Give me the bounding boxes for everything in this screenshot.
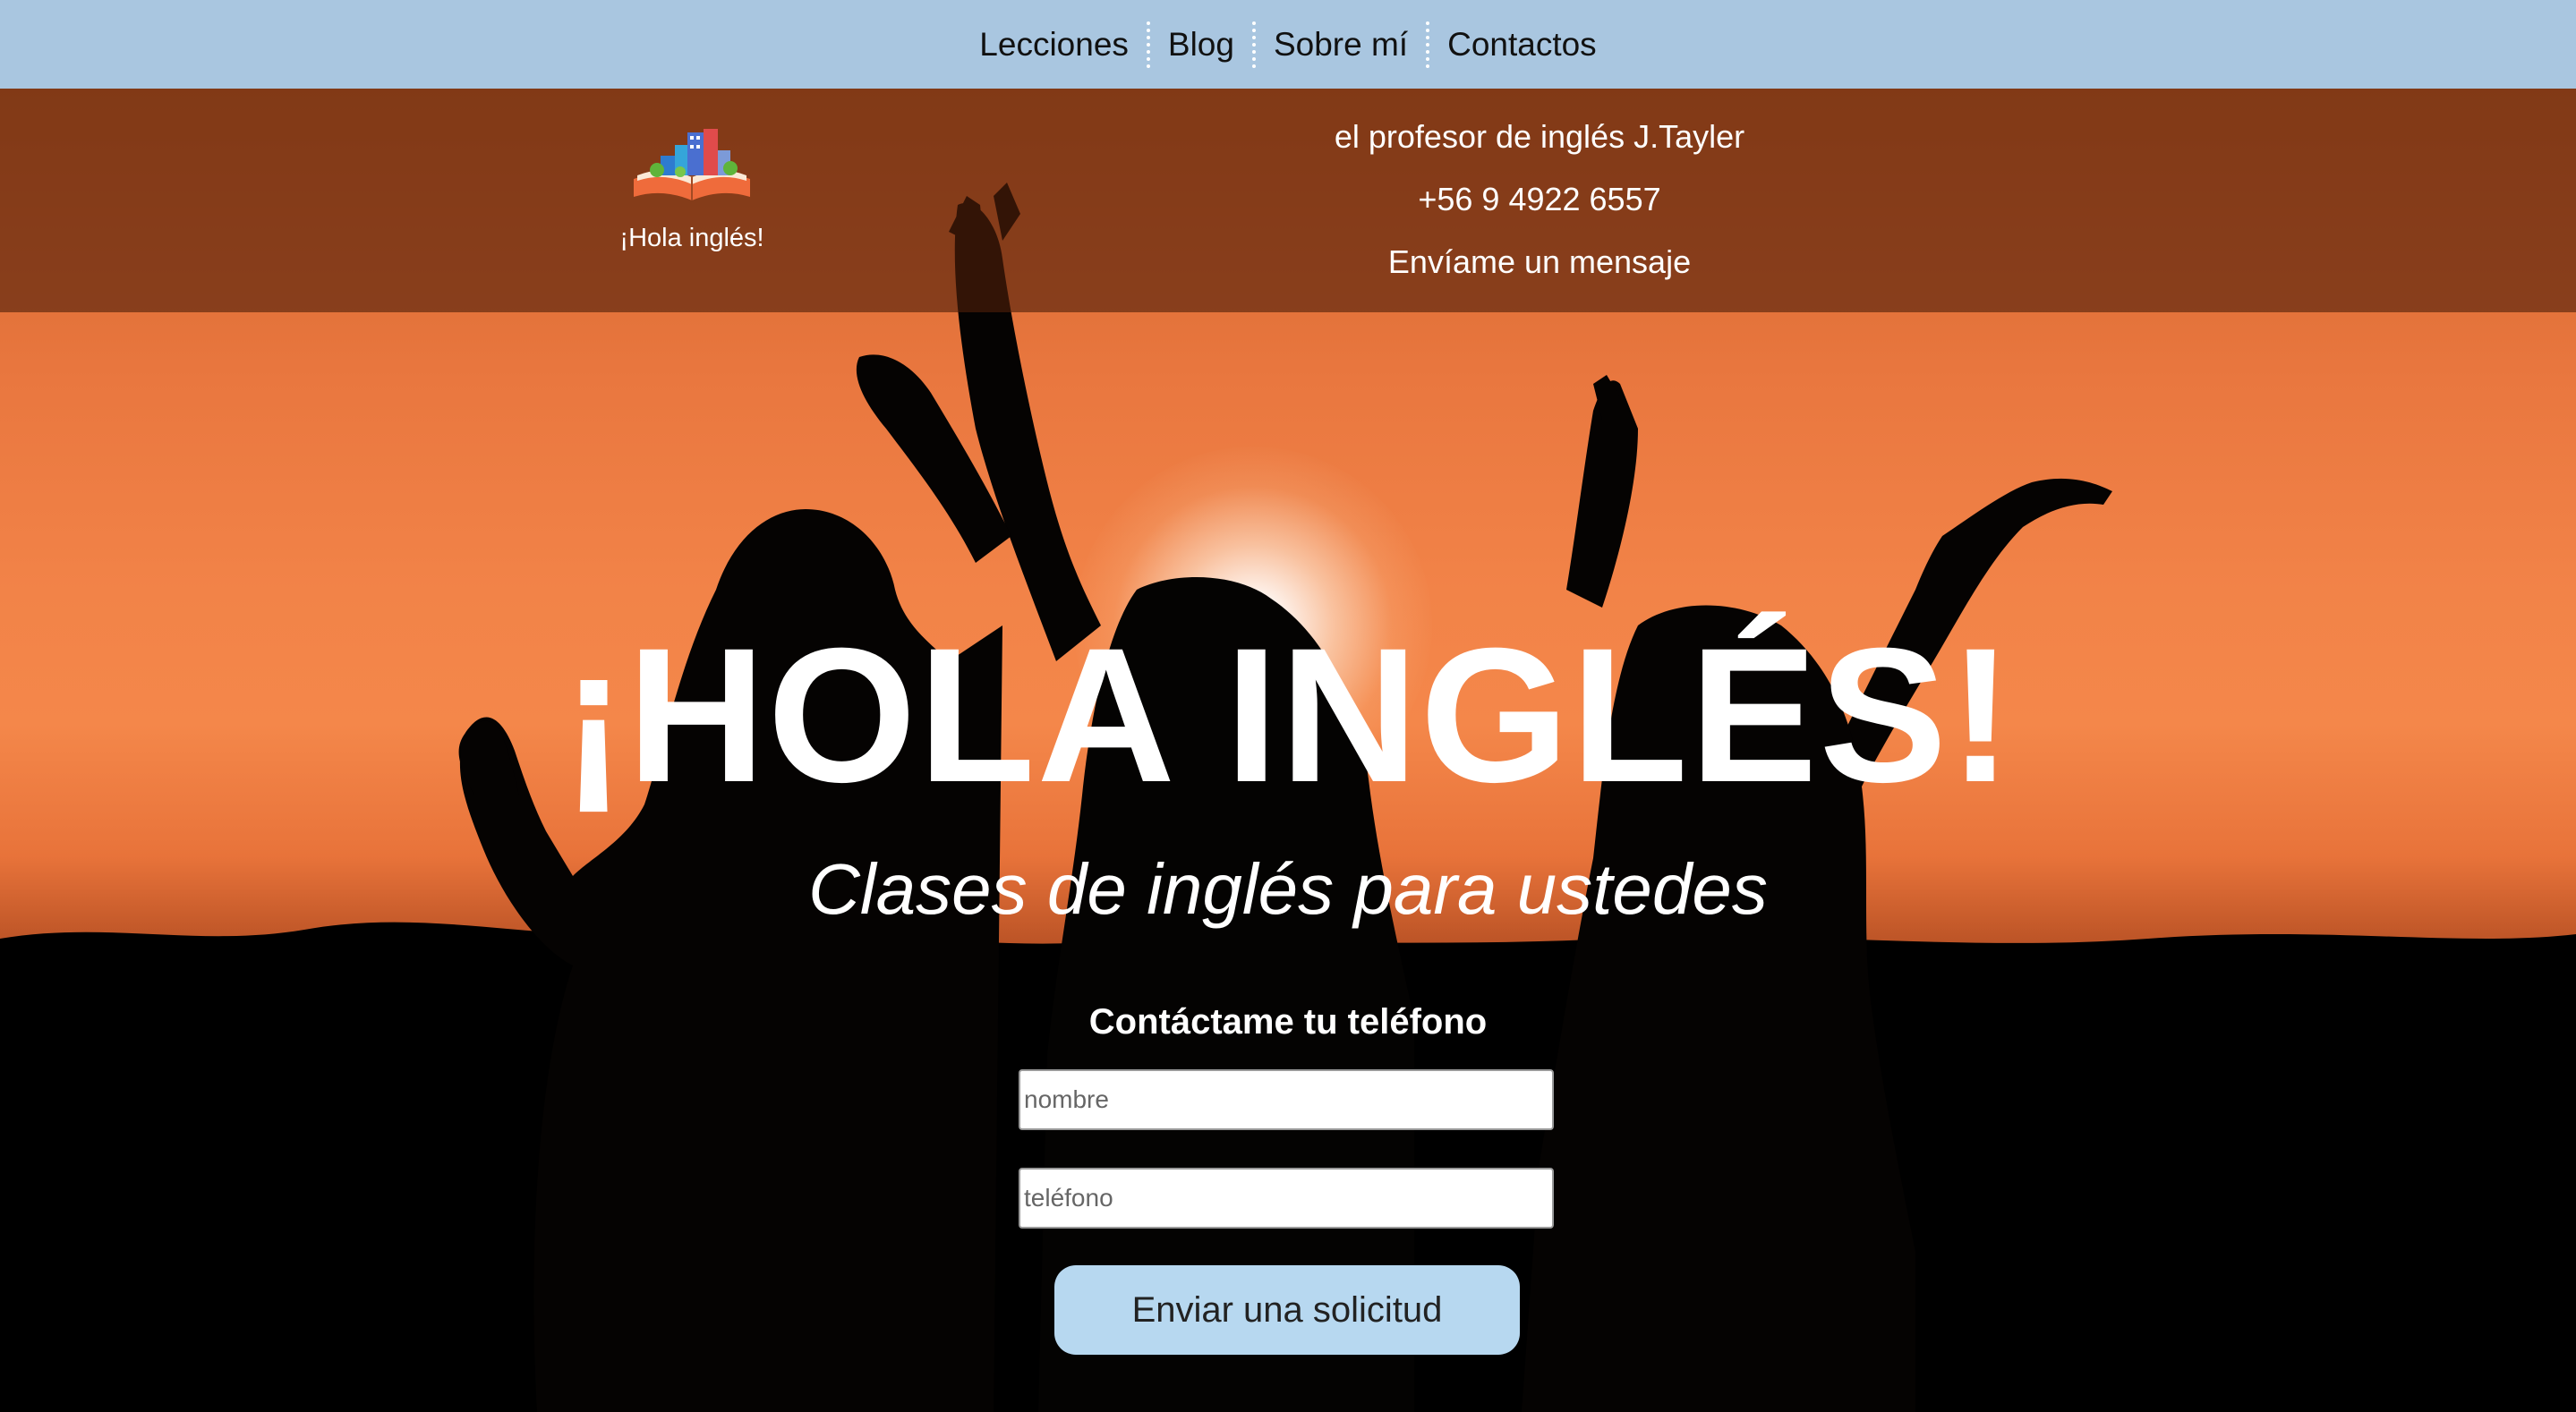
open-book-city-icon <box>634 129 750 200</box>
phone-number[interactable]: +56 9 4922 6557 <box>1271 168 1808 231</box>
form-title: Contáctame tu teléfono <box>1088 1002 1488 1042</box>
submit-request-button[interactable]: Enviar una solicitud <box>1054 1265 1520 1355</box>
phone-input[interactable] <box>1019 1168 1554 1229</box>
site-logo[interactable]: ¡Hola inglés! <box>618 123 766 253</box>
teacher-name: el profesor de inglés J.Tayler <box>1334 118 1745 155</box>
nav-item-contactos[interactable]: Contactos <box>1429 22 1615 67</box>
nav-item-blog[interactable]: Blog <box>1150 22 1252 67</box>
send-message-link[interactable]: Envíame un mensaje <box>1271 231 1808 293</box>
nav-item-lecciones[interactable]: Lecciones <box>961 22 1147 67</box>
nav-item-sobre-mi[interactable]: Sobre mí <box>1256 22 1426 67</box>
hero-subtitle: Clases de inglés para ustedes <box>808 849 1768 929</box>
teacher-contact-info: el profesor de inglés J.Tayler +56 9 492… <box>1271 106 1808 293</box>
hero-title: ¡HOLA INGLÉS! <box>561 608 2015 822</box>
name-input[interactable] <box>1019 1069 1554 1130</box>
top-navigation: Lecciones Blog Sobre mí Contactos <box>0 0 2576 89</box>
logo-caption: ¡Hola inglés! <box>619 224 764 252</box>
